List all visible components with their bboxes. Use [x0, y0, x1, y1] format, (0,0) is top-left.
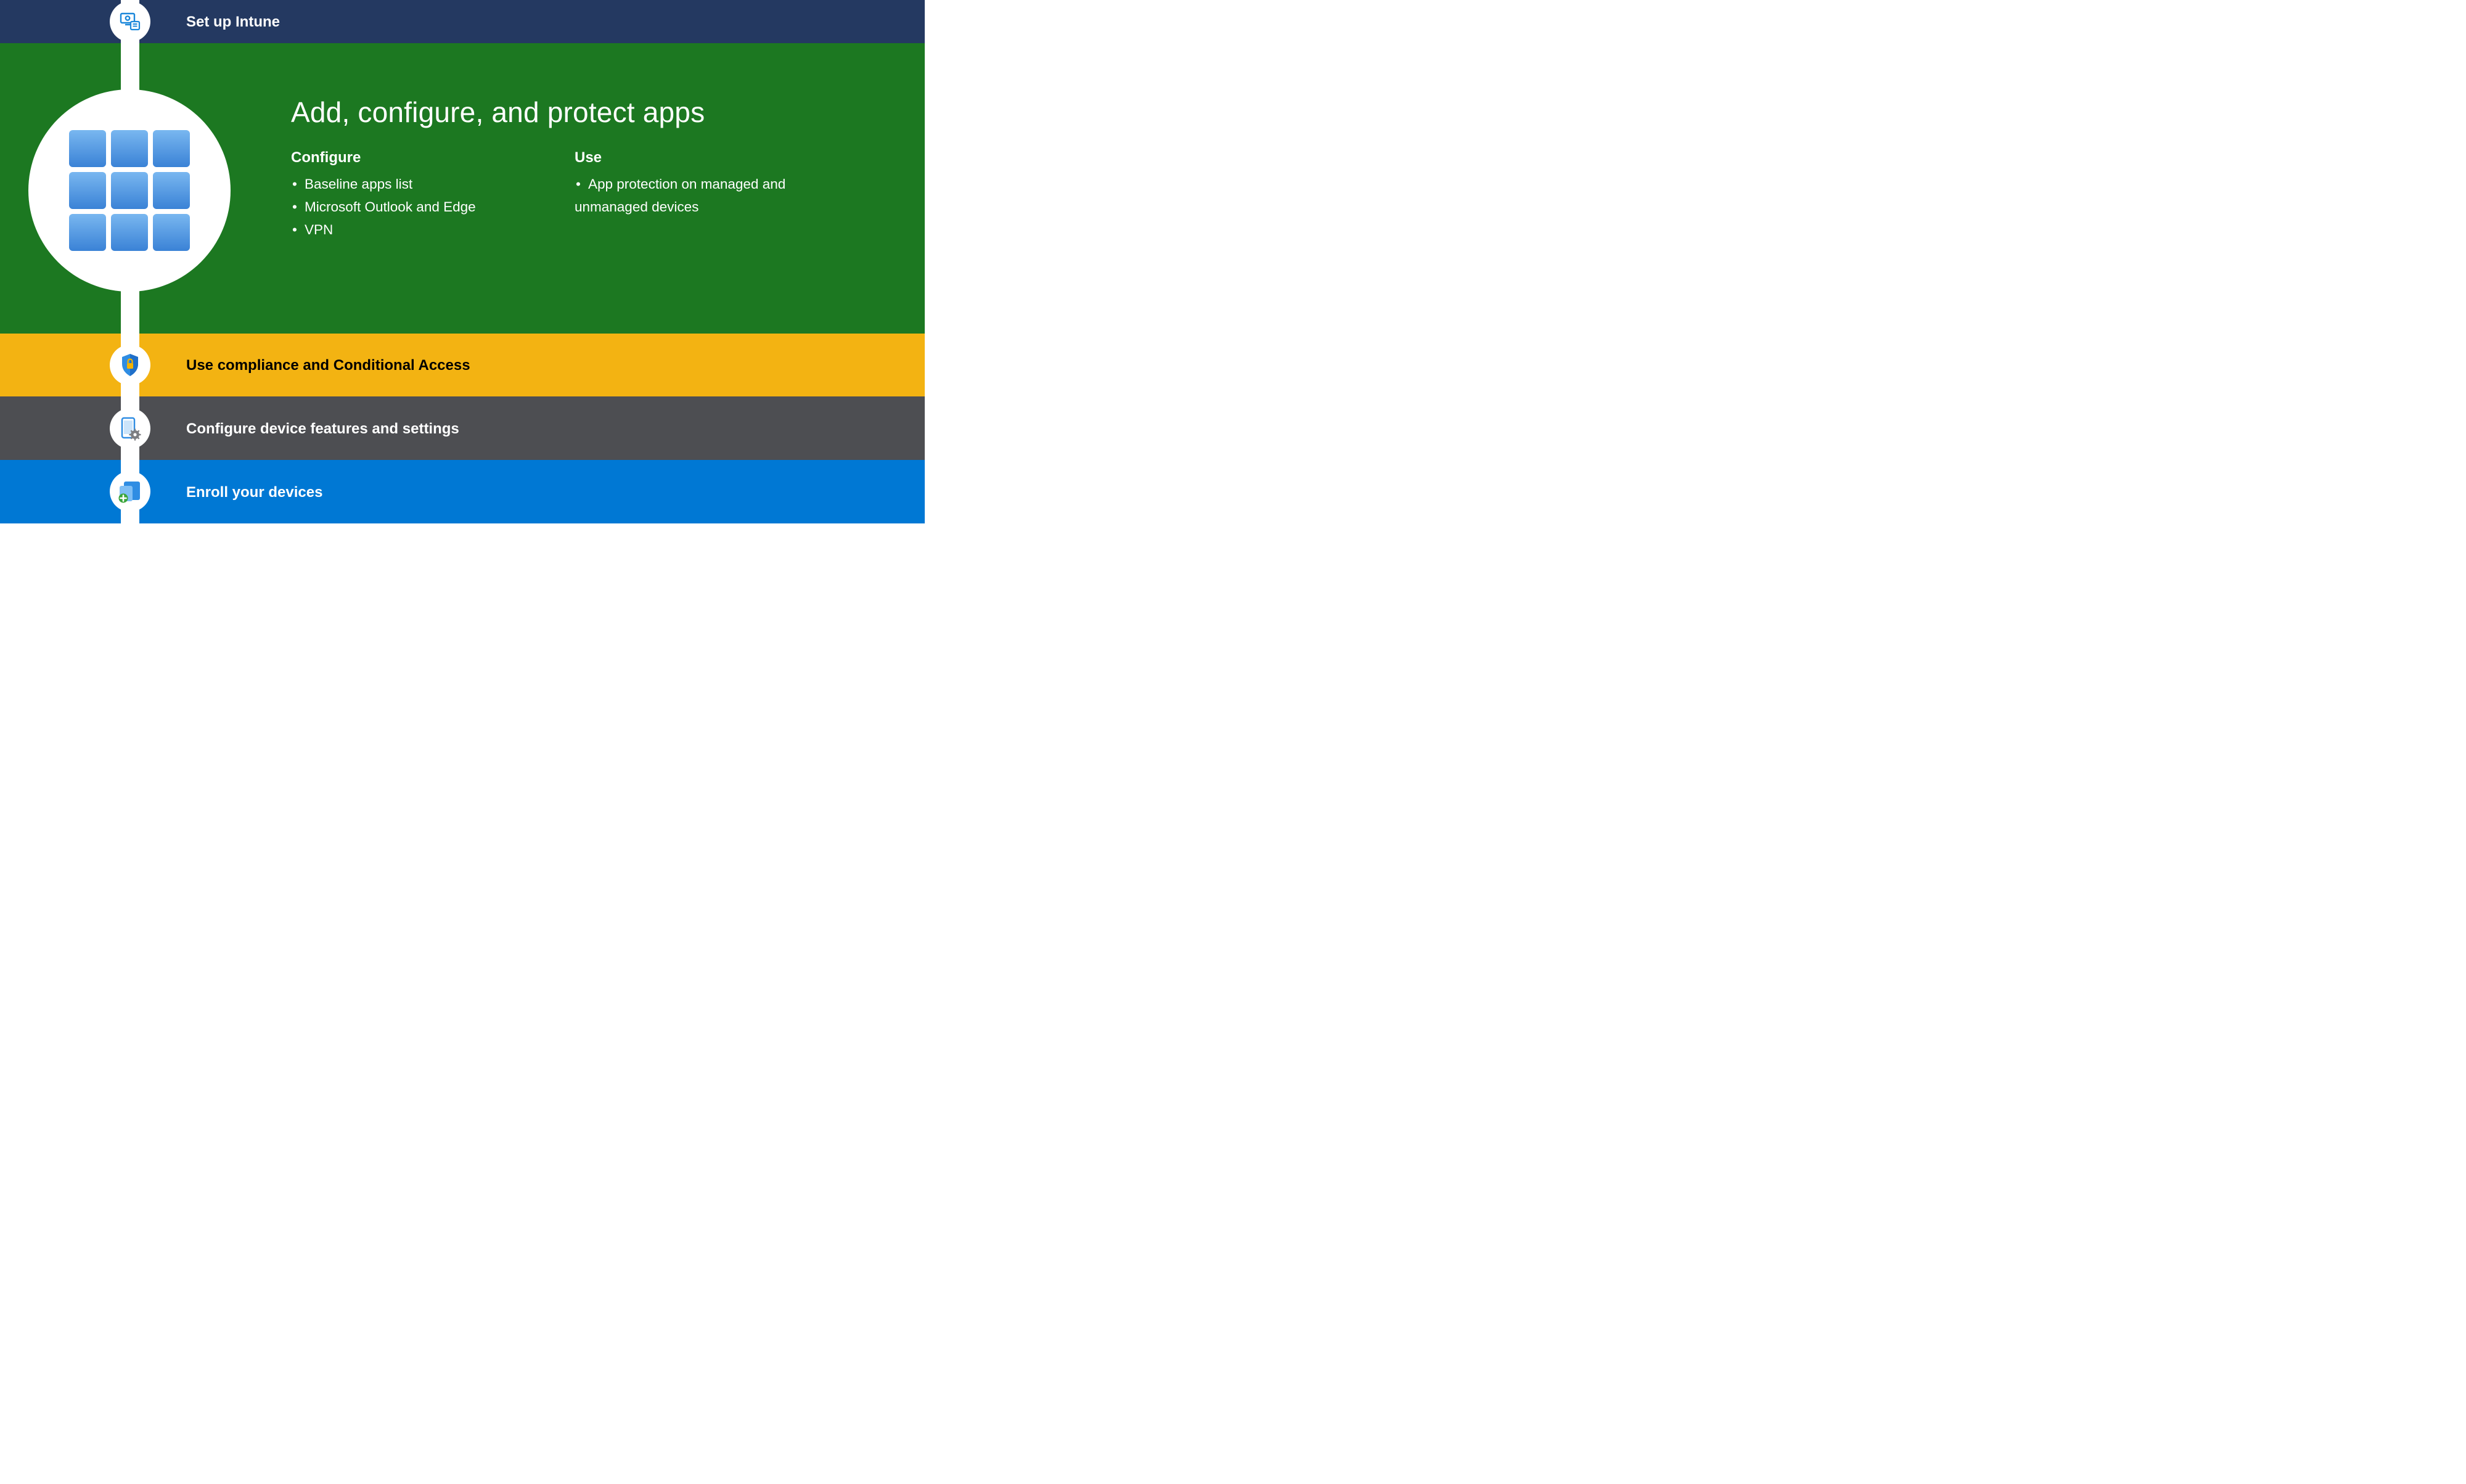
- column-list: Baseline apps list Microsoft Outlook and…: [291, 173, 531, 241]
- step-label-setup: Set up Intune: [186, 14, 280, 31]
- column-list: App protection on managed and unmanaged …: [575, 173, 797, 218]
- step-label-enroll: Enroll your devices: [186, 484, 322, 501]
- apps-grid-icon: [62, 123, 197, 258]
- column-heading: Use: [575, 149, 797, 166]
- device-gear-icon: [118, 416, 142, 441]
- monitor-icon: [119, 10, 141, 33]
- list-item: Microsoft Outlook and Edge: [291, 195, 531, 218]
- shield-lock-icon: [120, 353, 141, 377]
- column-configure: Configure Baseline apps list Microsoft O…: [291, 149, 531, 241]
- list-item: VPN: [291, 218, 531, 241]
- list-item: Baseline apps list: [291, 173, 531, 195]
- step-title-apps: Add, configure, and protect apps: [291, 96, 705, 129]
- step-label-compliance: Use compliance and Conditional Access: [186, 357, 470, 374]
- step-node-compliance: [110, 345, 150, 385]
- column-use: Use App protection on managed and unmana…: [575, 149, 797, 241]
- step-node-features: [110, 408, 150, 449]
- step-node-setup: [110, 1, 150, 42]
- step-apps-columns: Configure Baseline apps list Microsoft O…: [291, 149, 900, 241]
- step-node-apps: [28, 89, 231, 292]
- intune-steps-diagram: Set up Intune Add, configure, and protec: [0, 0, 925, 557]
- list-item: App protection on managed and unmanaged …: [575, 173, 797, 218]
- column-heading: Configure: [291, 149, 531, 166]
- step-label-features: Configure device features and settings: [186, 420, 459, 438]
- device-add-icon: [118, 480, 142, 503]
- step-node-enroll: [110, 471, 150, 512]
